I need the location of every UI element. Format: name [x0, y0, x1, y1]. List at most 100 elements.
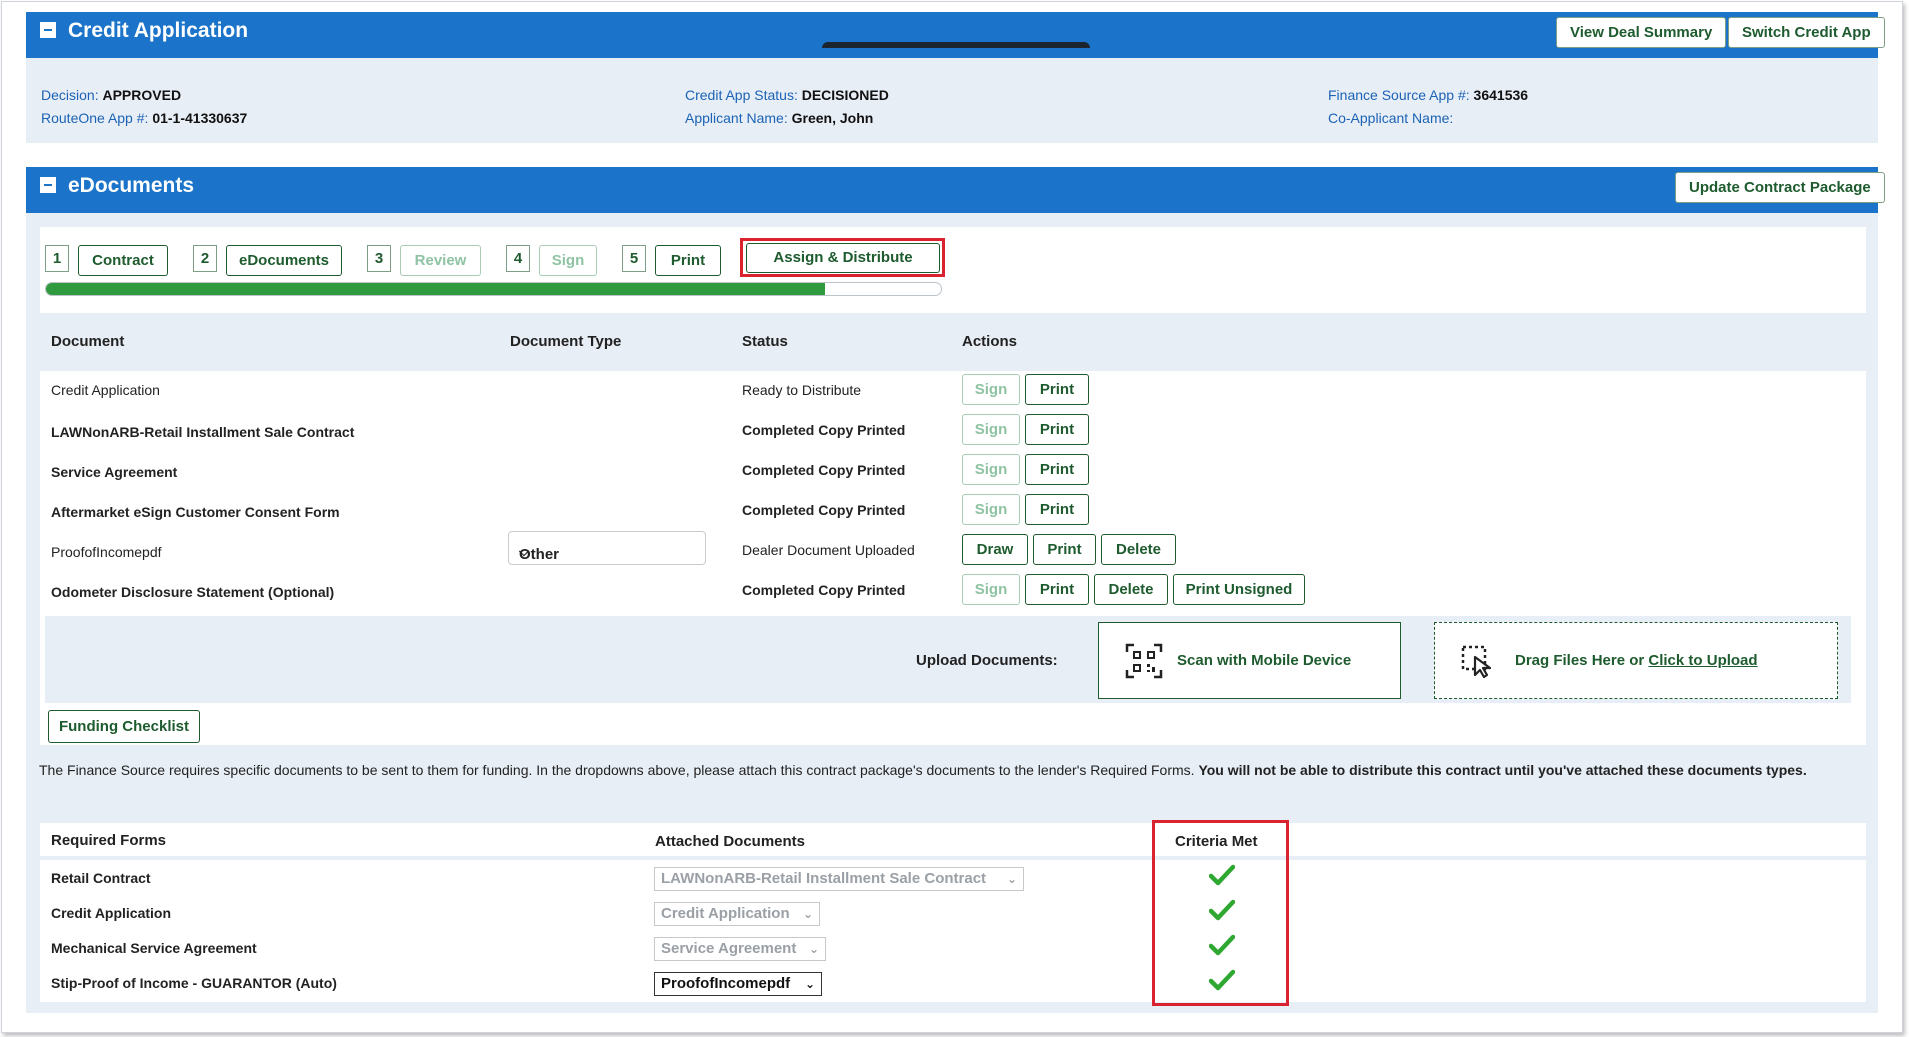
highlight-box [740, 238, 945, 277]
attached-document-value: ProofofIncomepdf [661, 975, 791, 992]
view-deal-summary-button[interactable]: View Deal Summary [1556, 17, 1727, 48]
finance-source-value: 3641536 [1473, 87, 1529, 103]
row-print-unsigned-button[interactable]: Print Unsigned [1173, 574, 1305, 605]
scroll-handle[interactable] [822, 42, 1090, 48]
chevron-down-icon: ⌄ [804, 977, 815, 991]
table-row-status: Completed Copy Printed [742, 582, 906, 598]
col-actions: Actions [962, 333, 1018, 350]
table-row-status: Dealer Document Uploaded [742, 542, 915, 558]
row-sign-button[interactable]: Sign [962, 374, 1020, 405]
collapse-icon[interactable] [40, 177, 56, 193]
attached-document-value: Service Agreement [661, 940, 797, 957]
required-form-name: Mechanical Service Agreement [51, 940, 257, 956]
chevron-down-icon: ⌄ [808, 942, 819, 956]
table-row-status: Completed Copy Printed [742, 422, 906, 438]
note-text: The Finance Source requires specific doc… [39, 762, 1199, 778]
funding-note: The Finance Source requires specific doc… [39, 760, 1859, 780]
credit-app-info: Decision: APPROVED RouteOne App #: 01-1-… [26, 58, 1878, 143]
table-row-document: LAWNonARB-Retail Installment Sale Contra… [51, 424, 355, 440]
coapplicant-label: Co-Applicant Name: [1328, 110, 1454, 126]
table-row-document: Credit Application [51, 382, 160, 398]
step-print-button[interactable]: Print [655, 245, 721, 276]
attached-document-value: LAWNonARB-Retail Installment Sale Contra… [661, 870, 987, 887]
attached-document-select[interactable]: ProofofIncomepdf ⌄ [654, 972, 822, 996]
routeone-value: 01-1-41330637 [152, 110, 248, 126]
update-contract-package-button[interactable]: Update Contract Package [1675, 172, 1885, 203]
chevron-down-icon: ⌵ [519, 544, 529, 559]
required-forms-header-row [40, 823, 1866, 856]
status-label: Credit App Status: [685, 87, 798, 103]
step-4-number: 4 [506, 245, 530, 272]
row-print-button[interactable]: Print [1025, 374, 1089, 405]
table-row-document: Aftermarket eSign Customer Consent Form [51, 504, 340, 520]
scan-mobile-button[interactable]: Scan with Mobile Device [1098, 622, 1401, 699]
attached-document-select[interactable]: Credit Application ⌄ [654, 902, 820, 926]
row-sign-button[interactable]: Sign [962, 494, 1020, 525]
col-attached-documents: Attached Documents [655, 833, 806, 850]
row-print-button[interactable]: Print [1025, 414, 1089, 445]
upload-documents-label: Upload Documents: [916, 652, 1058, 669]
applicant-label: Applicant Name: [685, 110, 788, 126]
chevron-down-icon: ⌄ [1006, 872, 1017, 886]
progress-fill [46, 283, 825, 295]
col-required-forms: Required Forms [51, 832, 167, 849]
table-row-status: Completed Copy Printed [742, 502, 906, 518]
collapse-icon[interactable] [40, 22, 56, 38]
step-1-number: 1 [45, 245, 69, 272]
row-sign-button[interactable]: Sign [962, 414, 1020, 445]
col-status: Status [742, 333, 788, 350]
document-type-select[interactable]: Other ⌵ [508, 531, 706, 565]
applicant-value: Green, John [791, 110, 874, 126]
table-row-document: Service Agreement [51, 464, 178, 480]
table-row-document: ProofofIncomepdf [51, 544, 162, 560]
decision-label: Decision: [41, 87, 99, 103]
upload-cursor-icon [1461, 645, 1492, 679]
required-form-name: Stip-Proof of Income - GUARANTOR (Auto) [51, 975, 337, 991]
click-to-upload-link[interactable]: Click to Upload [1648, 652, 1757, 669]
note-warning: You will not be able to distribute this … [1198, 762, 1807, 778]
drag-drop-upload-zone[interactable]: Drag Files Here or Click to Upload [1434, 622, 1838, 699]
row-delete-button[interactable]: Delete [1094, 574, 1168, 605]
row-sign-button[interactable]: Sign [962, 574, 1020, 605]
row-sign-button[interactable]: Sign [962, 454, 1020, 485]
step-review-button[interactable]: Review [400, 245, 481, 276]
drag-files-prefix: Drag Files Here or [1515, 652, 1649, 669]
scan-mobile-label: Scan with Mobile Device [1177, 652, 1352, 669]
row-draw-button[interactable]: Draw [962, 534, 1028, 565]
row-print-button[interactable]: Print [1025, 574, 1089, 605]
step-edocuments-button[interactable]: eDocuments [226, 245, 342, 276]
decision-value: APPROVED [102, 87, 182, 103]
required-form-name: Retail Contract [51, 870, 151, 886]
col-document: Document [51, 333, 125, 350]
row-delete-button[interactable]: Delete [1101, 534, 1176, 565]
table-row-status: Ready to Distribute [742, 382, 862, 398]
funding-checklist-button[interactable]: Funding Checklist [48, 710, 200, 743]
step-2-number: 2 [193, 245, 217, 272]
step-5-number: 5 [622, 245, 646, 272]
attached-document-select[interactable]: LAWNonARB-Retail Installment Sale Contra… [654, 867, 1024, 891]
attached-document-value: Credit Application [661, 905, 790, 922]
step-contract-button[interactable]: Contract [78, 245, 168, 276]
row-print-button[interactable]: Print [1025, 454, 1089, 485]
finance-source-label: Finance Source App #: [1328, 87, 1470, 103]
table-row-status: Completed Copy Printed [742, 462, 906, 478]
routeone-label: RouteOne App #: [41, 110, 149, 126]
progress-bar [45, 282, 942, 296]
step-3-number: 3 [367, 245, 391, 272]
edocuments-title: eDocuments [68, 174, 195, 197]
attached-document-select[interactable]: Service Agreement ⌄ [654, 937, 826, 961]
status-value: DECISIONED [801, 87, 889, 103]
highlight-box [1152, 820, 1289, 1006]
drag-files-label: Drag Files Here or Click to Upload [1515, 652, 1758, 669]
switch-credit-app-button[interactable]: Switch Credit App [1728, 17, 1885, 48]
credit-application-title: Credit Application [68, 19, 249, 42]
row-print-button[interactable]: Print [1025, 494, 1089, 525]
step-sign-button[interactable]: Sign [539, 245, 597, 276]
row-print-button[interactable]: Print [1033, 534, 1096, 565]
edocuments-header: eDocuments [26, 167, 1878, 213]
qr-code-icon [1125, 643, 1163, 679]
required-form-name: Credit Application [51, 905, 172, 921]
col-document-type: Document Type [510, 333, 622, 350]
table-row-document: Odometer Disclosure Statement (Optional) [51, 584, 335, 600]
chevron-down-icon: ⌄ [802, 907, 813, 921]
